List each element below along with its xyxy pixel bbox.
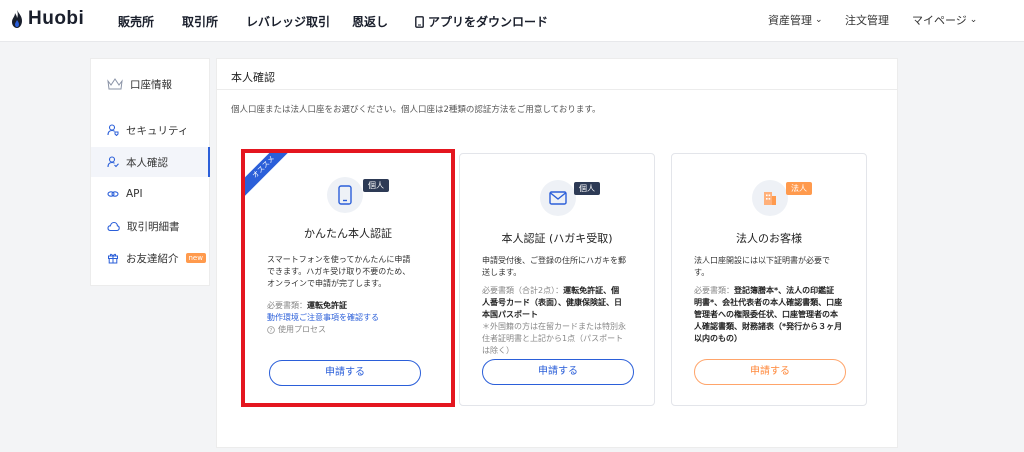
required-docs: 必要書類：登記簿謄本*、法人の印鑑証 明書*、会社代表者の本人確認書類、口座 管… — [694, 285, 866, 345]
docs-label: 必要書類： — [694, 286, 734, 295]
usage-process-label: 使用プロセス — [278, 325, 326, 334]
desc-line: 送します。 — [482, 268, 522, 277]
card-postcard-verification[interactable]: 個人 本人認証 (ハガキ受取) 申請受付後、ご登録の住所にハガキを郵 送します。… — [459, 153, 655, 406]
sidebar-item-statements[interactable]: 取引明細書 — [91, 211, 210, 241]
new-badge: new — [185, 253, 206, 263]
usage-process-link[interactable]: ? 使用プロセス — [267, 324, 326, 336]
desc-line: できます。ハガキ受け取り不要のため、 — [267, 267, 411, 276]
nav-mypage-label: マイページ — [912, 14, 967, 27]
corporate-badge: 法人 — [786, 182, 812, 195]
sidebar-item-referral[interactable]: お友達紹介 new — [91, 243, 210, 273]
required-docs: 必要書類（合計2点）：運転免許証、個 人番号カード（表面）、健康保険証、日 本国… — [482, 285, 652, 321]
phone-icon — [415, 15, 424, 28]
crown-icon — [107, 78, 123, 90]
docs-value: 運転免許証、個 — [563, 286, 620, 295]
docs-value: 明書*、会社代表者の本人確認書類、口座 — [694, 298, 843, 307]
note-line: は除く） — [482, 346, 514, 355]
logo-text: Huobi — [28, 8, 85, 29]
apply-button[interactable]: 申請する — [269, 360, 421, 386]
required-docs: 必要書類：運転免許証 — [267, 300, 442, 312]
nav-app-label: アプリをダウンロード — [428, 15, 549, 29]
personal-badge: 個人 — [363, 179, 389, 192]
foreign-national-note: ＊外国籍の方は在留カードまたは特別永 住者証明書と上記から1点（パスポート は除… — [482, 321, 652, 357]
card-easy-verification[interactable]: オススメ 個人 かんたん本人認証 スマートフォンを使ってかんたんに申請 できます… — [241, 149, 455, 407]
card-title: 法人のお客様 — [736, 232, 802, 245]
nav-asset-management[interactable]: 資産管理 ⌄ — [768, 12, 823, 28]
card-title: 本人認証 (ハガキ受取) — [501, 232, 613, 245]
docs-label: 必要書類（合計2点）： — [482, 286, 564, 295]
apply-button[interactable]: 申請する — [694, 359, 846, 385]
desc-line: す。 — [694, 268, 710, 277]
page-description: 個人口座または法人口座をお選びください。個人口座は2種類の認証方法をご用意してお… — [231, 105, 601, 115]
user-check-icon — [107, 156, 119, 168]
svg-text:?: ? — [270, 328, 273, 334]
nav-hanbaijo[interactable]: 販売所 — [118, 13, 154, 30]
card-title: かんたん本人認証 — [304, 227, 392, 240]
docs-value: 本国パスポート — [482, 310, 538, 319]
building-icon — [752, 180, 788, 216]
nav-asset-label: 資産管理 — [768, 14, 812, 27]
sidebar-item-security[interactable]: セキュリティ — [91, 115, 210, 145]
sidebar: 口座情報 セキュリティ 本人確認 API 取引明細書 お友達紹介 new — [90, 58, 210, 286]
mail-icon — [540, 180, 576, 216]
card-corporate[interactable]: 法人 法人のお客様 法人口座開設には以下証明書が必要で す。 必要書類：登記簿謄… — [671, 153, 867, 406]
flame-icon — [12, 10, 22, 28]
huobi-logo[interactable]: Huobi — [10, 8, 84, 30]
link-icon — [107, 191, 119, 197]
user-shield-icon — [107, 124, 119, 136]
docs-value: 登記簿謄本*、法人の印鑑証 — [734, 286, 835, 295]
sidebar-item-label: 取引明細書 — [127, 220, 180, 233]
docs-value: 管理者への権限委任状、口座管理者の本 — [694, 310, 838, 319]
sidebar-item-identity-verification[interactable]: 本人確認 — [91, 147, 210, 177]
chevron-down-icon: ⌄ — [815, 15, 823, 25]
docs-label: 必要書類： — [267, 301, 307, 310]
nav-order-management[interactable]: 注文管理 — [845, 12, 889, 28]
nav-torihikijo[interactable]: 取引所 — [182, 13, 218, 30]
nav-ongaeshi[interactable]: 恩返し — [352, 13, 388, 30]
help-circle-icon: ? — [267, 326, 275, 334]
nav-app-download[interactable]: アプリをダウンロード — [415, 13, 548, 30]
card-description: 申請受付後、ご登録の住所にハガキを郵 送します。 — [482, 255, 652, 279]
card-description: 法人口座開設には以下証明書が必要で す。 — [694, 255, 866, 279]
docs-value: 運転免許証 — [307, 301, 347, 310]
identity-verification-panel: 本人確認 個人口座または法人口座をお選びください。個人口座は2種類の認証方法をご… — [216, 58, 898, 448]
sidebar-item-label: お友達紹介 — [126, 252, 179, 265]
recommended-ribbon: オススメ — [245, 153, 301, 204]
smartphone-icon — [327, 177, 363, 213]
docs-value: 以内のもの） — [694, 334, 742, 343]
sidebar-item-label: セキュリティ — [126, 124, 189, 137]
operating-environment-link[interactable]: 動作環境ご注意事項を確認する — [267, 312, 379, 324]
docs-value: 人確認書類、財務諸表（*発行から３ヶ月 — [694, 322, 843, 331]
card-description: スマートフォンを使ってかんたんに申請 できます。ハガキ受け取り不要のため、 オン… — [267, 254, 442, 290]
top-navigation-bar: Huobi 販売所 取引所 レバレッジ取引 恩返し アプリをダウンロード 資産管… — [0, 0, 1024, 42]
page-title: 本人確認 — [231, 71, 275, 84]
docs-value: 人番号カード（表面）、健康保険証、日 — [482, 298, 622, 307]
personal-badge: 個人 — [574, 182, 600, 195]
desc-line: オンラインで申請が完了します。 — [267, 279, 387, 288]
cloud-icon — [107, 221, 120, 231]
sidebar-item-label: API — [126, 188, 143, 200]
panel-divider — [217, 89, 897, 90]
note-line: ＊外国籍の方は在留カードまたは特別永 — [482, 322, 626, 331]
nav-mypage[interactable]: マイページ ⌄ — [912, 12, 977, 28]
chevron-down-icon: ⌄ — [969, 15, 978, 25]
sidebar-item-account-info[interactable]: 口座情報 — [91, 69, 210, 99]
desc-line: 申請受付後、ご登録の住所にハガキを郵 — [482, 256, 626, 265]
gift-icon — [108, 253, 118, 264]
apply-button[interactable]: 申請する — [482, 359, 634, 385]
desc-line: 法人口座開設には以下証明書が必要で — [694, 256, 830, 265]
sidebar-item-label: 本人確認 — [126, 156, 168, 169]
nav-leverage[interactable]: レバレッジ取引 — [246, 13, 330, 30]
sidebar-item-label: 口座情報 — [130, 78, 172, 91]
desc-line: スマートフォンを使ってかんたんに申請 — [267, 255, 411, 264]
sidebar-item-api[interactable]: API — [91, 179, 210, 209]
note-line: 住者証明書と上記から1点（パスポート — [482, 334, 624, 343]
